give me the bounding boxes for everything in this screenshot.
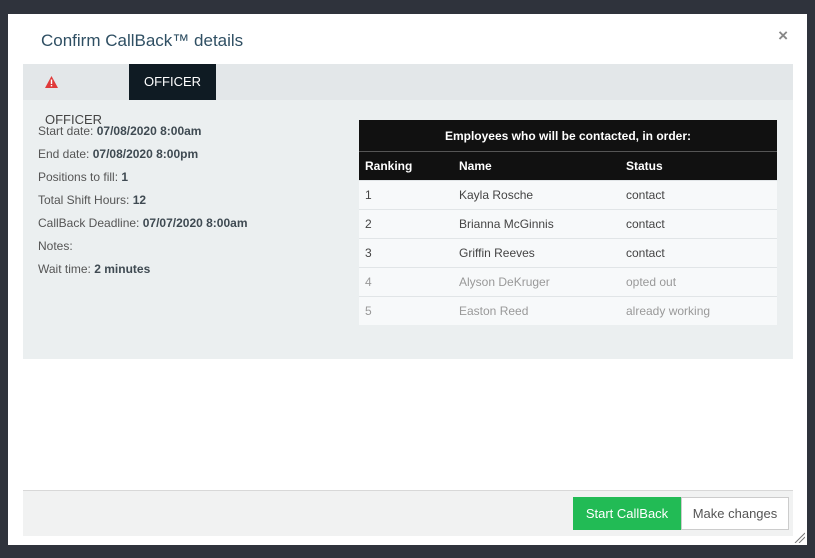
warning-icon xyxy=(45,66,58,102)
rank-cell: 3 xyxy=(359,238,453,268)
table-row: 3 Griffin Reeves contact xyxy=(359,238,777,268)
positions-row: Positions to fill: 1 xyxy=(38,170,248,193)
deadline-row: CallBack Deadline: 07/07/2020 8:00am xyxy=(38,216,248,239)
deadline-value: 07/07/2020 8:00am xyxy=(142,216,248,230)
name-cell: Kayla Rosche xyxy=(453,180,620,210)
shift-details: Start date: 07/08/2020 8:00am End date: … xyxy=(38,124,248,285)
table-row: 4 Alyson DeKruger opted out xyxy=(359,267,777,297)
positions-label: Positions to fill: xyxy=(38,170,119,184)
name-cell: Brianna McGinnis xyxy=(453,209,620,239)
resize-handle-icon[interactable] xyxy=(793,531,805,543)
close-icon[interactable]: × xyxy=(778,27,788,44)
modal-title: Confirm CallBack™ details xyxy=(41,31,244,50)
wait-value: 2 minutes xyxy=(94,262,151,276)
employees-table: Employees who will be contacted, in orde… xyxy=(359,120,777,325)
status-cell: opted out xyxy=(620,267,777,297)
status-cell: contact xyxy=(620,238,777,268)
hours-label: Total Shift Hours: xyxy=(38,193,130,207)
positions-value: 1 xyxy=(121,170,129,184)
tabs-panel: OFFICER OFFICER Start date: 07/08/2020 8… xyxy=(23,64,793,359)
table-caption: Employees who will be contacted, in orde… xyxy=(359,120,777,152)
table-row: 2 Brianna McGinnis contact xyxy=(359,209,777,239)
name-cell: Easton Reed xyxy=(453,296,620,325)
make-changes-button[interactable]: Make changes xyxy=(681,497,789,530)
status-cell: contact xyxy=(620,209,777,239)
start-callback-button[interactable]: Start CallBack xyxy=(573,497,681,530)
tab-officer-active[interactable]: OFFICER xyxy=(129,64,216,100)
end-date-label: End date: xyxy=(38,147,90,161)
start-date-label: Start date: xyxy=(38,124,94,138)
hours-row: Total Shift Hours: 12 xyxy=(38,193,248,216)
rank-cell: 5 xyxy=(359,296,453,325)
rank-cell: 2 xyxy=(359,209,453,239)
column-header-ranking: Ranking xyxy=(359,151,453,181)
name-cell: Alyson DeKruger xyxy=(453,267,620,297)
column-header-name: Name xyxy=(453,151,620,181)
start-date-row: Start date: 07/08/2020 8:00am xyxy=(38,124,248,147)
table-row: 1 Kayla Rosche contact xyxy=(359,180,777,210)
column-header-status: Status xyxy=(620,151,777,181)
end-date-value: 07/08/2020 8:00pm xyxy=(92,147,199,161)
wait-row: Wait time: 2 minutes xyxy=(38,262,248,285)
tab-officer-warning[interactable]: OFFICER xyxy=(23,64,129,127)
callback-modal: Confirm CallBack™ details × OFFICER OFFI… xyxy=(8,14,807,545)
name-cell: Griffin Reeves xyxy=(453,238,620,268)
deadline-label: CallBack Deadline: xyxy=(38,216,140,230)
tab-label: OFFICER xyxy=(143,74,202,89)
notes-label: Notes: xyxy=(38,239,73,253)
start-date-value: 07/08/2020 8:00am xyxy=(96,124,202,138)
status-cell: already working xyxy=(620,296,777,325)
tab-bar: OFFICER OFFICER xyxy=(23,64,793,127)
status-cell: contact xyxy=(620,180,777,210)
table-row: 5 Easton Reed already working xyxy=(359,296,777,325)
wait-label: Wait time: xyxy=(38,262,91,276)
notes-row: Notes: xyxy=(38,239,248,262)
end-date-row: End date: 07/08/2020 8:00pm xyxy=(38,147,248,170)
hours-value: 12 xyxy=(132,193,147,207)
rank-cell: 4 xyxy=(359,267,453,297)
rank-cell: 1 xyxy=(359,180,453,210)
modal-footer: Start CallBack Make changes xyxy=(23,490,793,536)
